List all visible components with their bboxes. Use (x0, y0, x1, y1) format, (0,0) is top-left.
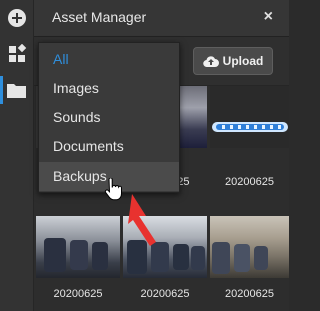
widgets-button[interactable] (3, 40, 31, 68)
menu-item-images[interactable]: Images (39, 74, 179, 103)
add-button[interactable] (3, 4, 31, 32)
asset-caption: 20200625 (140, 288, 190, 300)
upload-button[interactable]: Upload (193, 47, 273, 75)
tool-rail (0, 0, 34, 311)
upload-label: Upload (222, 54, 264, 68)
menu-item-sounds[interactable]: Sounds (39, 103, 179, 132)
asset-thumbnail (36, 216, 120, 278)
plus-circle-icon (8, 9, 26, 27)
cloud-upload-icon (202, 55, 219, 67)
annotation-arrow-icon (128, 194, 156, 246)
asset-caption: 20200625 (53, 288, 103, 300)
panel-title: Asset Manager (52, 9, 147, 25)
filter-dropdown-menu: All Images Sounds Documents Backups (38, 42, 180, 193)
asset-caption: 20200625 (225, 288, 274, 300)
panel-header: Asset Manager × (34, 0, 289, 37)
asset-thumbnail (210, 86, 289, 148)
asset-caption: 20200625 (225, 176, 274, 188)
menu-item-all[interactable]: All (39, 45, 179, 74)
widgets-icon (9, 44, 27, 62)
folder-icon (7, 84, 26, 98)
menu-item-documents[interactable]: Documents (39, 132, 179, 161)
asset-manager-button[interactable] (0, 76, 31, 104)
asset-thumbnail (210, 216, 289, 278)
close-icon[interactable]: × (264, 8, 273, 26)
